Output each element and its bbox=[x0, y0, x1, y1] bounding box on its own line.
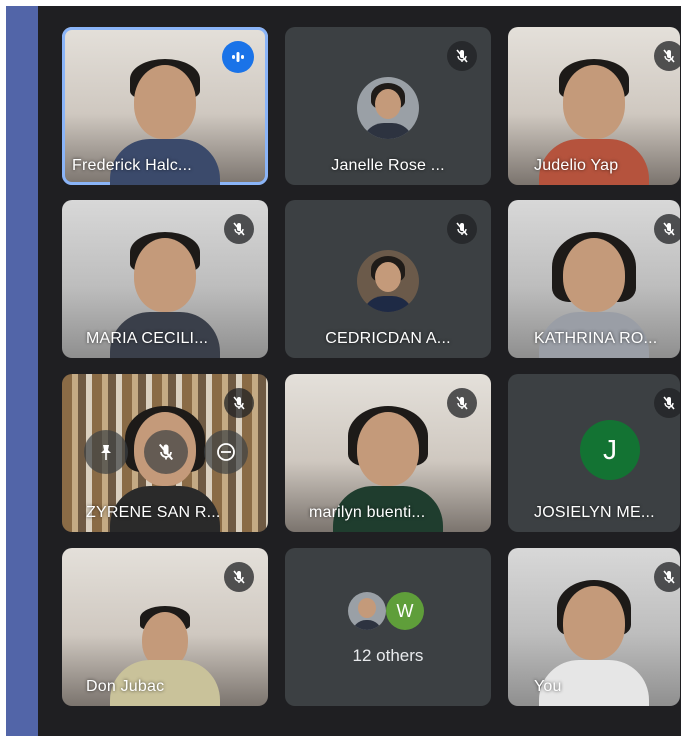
audio-level-icon bbox=[222, 41, 254, 73]
mic-off-icon bbox=[224, 562, 254, 592]
participant-tile-kathrina[interactable]: KATHRINA RO... bbox=[508, 200, 680, 358]
others-avatars: W bbox=[348, 592, 428, 632]
side-accent-strip bbox=[6, 6, 38, 736]
others-tile[interactable]: W 12 others bbox=[285, 548, 491, 706]
participant-name: CEDRICDAN A... bbox=[325, 330, 451, 347]
participant-name: You bbox=[534, 678, 562, 695]
tile-hover-controls bbox=[68, 430, 264, 474]
participant-name: Judelio Yap bbox=[534, 157, 619, 174]
participant-tile-frederick[interactable]: Frederick Halc... bbox=[62, 27, 268, 185]
mic-off-icon bbox=[654, 562, 680, 592]
participant-name: JOSIELYN ME... bbox=[534, 504, 655, 521]
participant-avatar bbox=[357, 77, 419, 139]
participant-name: MARIA CECILI... bbox=[86, 330, 209, 347]
mini-avatar-photo bbox=[348, 592, 386, 630]
participant-tile-josielyn[interactable]: J JOSIELYN ME... bbox=[508, 374, 680, 532]
participant-avatar: J bbox=[580, 420, 640, 480]
others-count-label: 12 others bbox=[352, 646, 424, 665]
mic-off-icon bbox=[224, 388, 254, 418]
participant-name: Frederick Halc... bbox=[72, 157, 192, 174]
mini-avatar-letter: W bbox=[386, 592, 424, 630]
remove-icon[interactable] bbox=[204, 430, 248, 474]
participant-tile-don[interactable]: Don Jubac bbox=[62, 548, 268, 706]
participant-tile-zyrene[interactable]: ZYRENE SAN R... bbox=[62, 374, 268, 532]
participant-tile-judelio[interactable]: Judelio Yap bbox=[508, 27, 680, 185]
participant-tile-marilyn[interactable]: marilyn buenti... bbox=[285, 374, 491, 532]
participant-name: marilyn buenti... bbox=[309, 504, 426, 521]
mic-off-icon bbox=[654, 41, 680, 71]
pin-icon[interactable] bbox=[84, 430, 128, 474]
mic-off-icon bbox=[224, 214, 254, 244]
participant-name: ZYRENE SAN R... bbox=[86, 504, 221, 521]
participant-tile-you[interactable]: You bbox=[508, 548, 680, 706]
mic-off-icon bbox=[447, 41, 477, 71]
mic-off-icon bbox=[447, 214, 477, 244]
mic-off-icon bbox=[654, 214, 680, 244]
participant-name: KATHRINA RO... bbox=[534, 330, 658, 347]
participant-name: Janelle Rose ... bbox=[331, 157, 445, 174]
participant-avatar bbox=[357, 250, 419, 312]
participant-tile-maria[interactable]: MARIA CECILI... bbox=[62, 200, 268, 358]
mic-off-icon bbox=[447, 388, 477, 418]
participant-name: Don Jubac bbox=[86, 678, 165, 695]
mic-off-icon[interactable] bbox=[144, 430, 188, 474]
participant-tile-cedricdan[interactable]: CEDRICDAN A... bbox=[285, 200, 491, 358]
mic-off-icon bbox=[654, 388, 680, 418]
participant-tile-janelle[interactable]: Janelle Rose ... bbox=[285, 27, 491, 185]
